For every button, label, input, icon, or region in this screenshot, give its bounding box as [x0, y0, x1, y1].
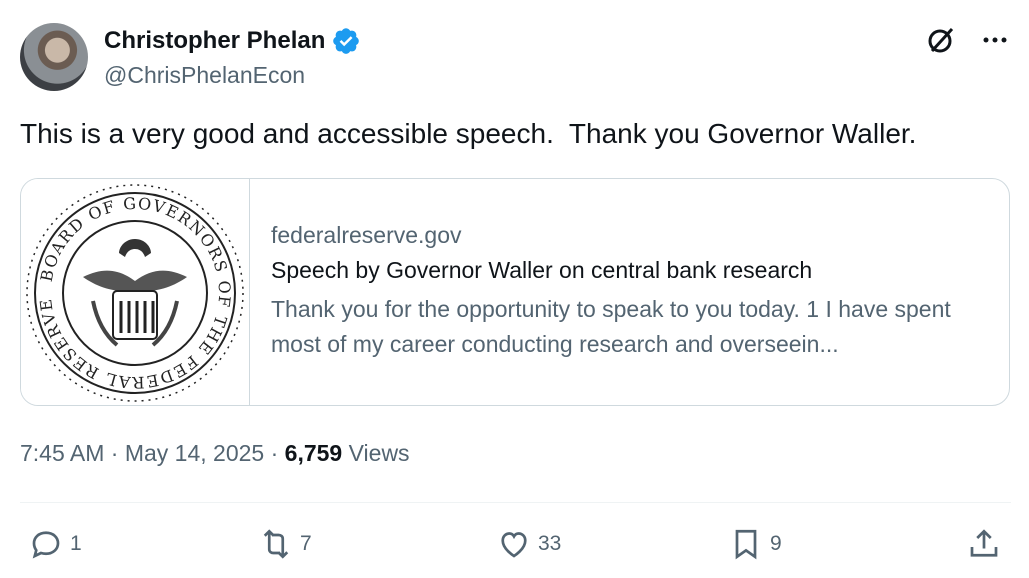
- meta-separator: ·: [270, 440, 279, 466]
- avatar[interactable]: [20, 23, 88, 91]
- tweet-meta: 7:45 AM · May 14, 2025 · 6,759 Views: [20, 440, 410, 467]
- reply-icon: [32, 531, 60, 559]
- tweet-text: This is a very good and accessible speec…: [20, 118, 917, 149]
- repost-button[interactable]: 7: [258, 526, 312, 562]
- tweet-time[interactable]: 7:45 AM: [20, 440, 104, 466]
- link-card-title: Speech by Governor Waller on central ban…: [271, 257, 813, 283]
- link-card-domain: federalreserve.gov: [271, 222, 462, 248]
- like-button[interactable]: 33: [496, 526, 561, 562]
- tweet-date[interactable]: May 14, 2025: [125, 440, 264, 466]
- top-right-actions: [925, 24, 1011, 56]
- bookmark-icon: [735, 529, 757, 560]
- views-count: 6,759: [284, 440, 343, 466]
- like-count: 33: [538, 532, 562, 555]
- link-card-description: Thank you for the opportunity to speak t…: [271, 296, 951, 357]
- repost-icon: [263, 529, 289, 559]
- link-card-thumbnail: BOARD OF GOVERNORS OF THE FEDERAL RESERV…: [21, 179, 250, 405]
- bookmark-button[interactable]: 9: [728, 526, 782, 562]
- link-card-body: federalreserve.gov Speech by Governor Wa…: [250, 179, 991, 405]
- author-handle[interactable]: @ChrisPhelanEcon: [104, 62, 305, 89]
- link-card[interactable]: BOARD OF GOVERNORS OF THE FEDERAL RESERV…: [20, 178, 1010, 406]
- views-label: Views: [348, 440, 410, 466]
- action-bar: 1 7 33 9: [28, 526, 1009, 566]
- bookmark-count: 9: [770, 532, 782, 555]
- verified-badge-icon: [333, 28, 360, 54]
- repost-count: 7: [300, 532, 312, 555]
- divider: [20, 502, 1011, 503]
- meta-separator: ·: [110, 440, 119, 466]
- share-icon: [970, 529, 998, 557]
- grok-icon[interactable]: [925, 24, 957, 56]
- display-name[interactable]: Christopher Phelan: [104, 27, 325, 55]
- more-icon[interactable]: [979, 24, 1011, 56]
- reply-count: 1: [70, 532, 82, 555]
- reply-button[interactable]: 1: [28, 526, 82, 562]
- like-icon: [501, 532, 527, 558]
- author-name-row: Christopher Phelan: [104, 26, 361, 56]
- share-button[interactable]: [966, 526, 1002, 562]
- federal-reserve-seal: BOARD OF GOVERNORS OF THE FEDERAL RESERV…: [23, 181, 244, 402]
